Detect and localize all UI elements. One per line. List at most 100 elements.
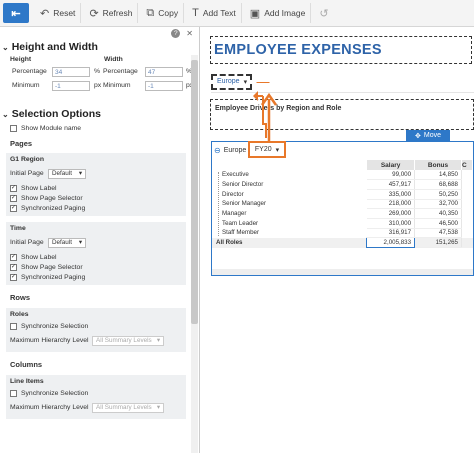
table-row[interactable]: Senior Manager 218,000 32,700	[212, 199, 473, 210]
table-row[interactable]: Director 335,000 50,250	[212, 189, 473, 200]
checkbox-checked[interactable]: ✓	[10, 273, 17, 281]
table-row[interactable]: Manager 269,000 40,350	[212, 208, 473, 219]
cell[interactable]	[461, 199, 472, 209]
scrollbar-thumb[interactable]	[191, 60, 198, 324]
close-icon[interactable]: ✕	[186, 29, 193, 38]
height-width-title: Height and Width	[11, 41, 98, 53]
refresh-button[interactable]: ⟳ Refresh	[84, 3, 139, 23]
table-row[interactable]: Team Leader 310,000 46,500	[212, 218, 473, 229]
bonus-cell[interactable]: 32,700	[414, 199, 462, 210]
time-show-label-option[interactable]: ✓ Show Label	[6, 252, 186, 262]
checkbox-checked[interactable]: ✓	[10, 204, 17, 212]
add-text-button[interactable]: T Add Text	[187, 3, 242, 23]
roles-max-level-select[interactable]: All Summary Levels ▾	[92, 335, 164, 346]
height-minimum-input[interactable]: -1	[52, 81, 90, 91]
checkbox-checked[interactable]: ✓	[10, 184, 17, 192]
checkbox-unchecked[interactable]	[10, 389, 17, 397]
page-title: EMPLOYEE EXPENSES	[214, 42, 382, 58]
salary-cell[interactable]: 335,000	[366, 189, 416, 200]
table-row[interactable]: Staff Member 316,917 47,538	[212, 228, 473, 239]
salary-cell[interactable]: 310,000	[366, 218, 416, 229]
collapse-panel-button[interactable]: ⇤	[3, 3, 29, 23]
line-items-sync-selection-option[interactable]: Synchronize Selection	[6, 388, 186, 398]
cell[interactable]	[461, 189, 472, 199]
width-percentage-input[interactable]: 47	[145, 67, 183, 77]
salary-cell[interactable]: 269,000	[366, 208, 416, 219]
title-module[interactable]: EMPLOYEE EXPENSES	[210, 36, 472, 64]
roles-sync-selection-option[interactable]: Synchronize Selection	[6, 321, 186, 331]
bonus-cell[interactable]: 14,850	[414, 170, 462, 181]
salary-cell[interactable]: 316,917	[366, 228, 416, 239]
reset-label: Reset	[53, 8, 76, 18]
cell[interactable]	[461, 170, 472, 180]
salary-cell[interactable]: 457,917	[366, 179, 416, 190]
cell[interactable]	[461, 238, 472, 248]
undo-button[interactable]: ↺	[314, 3, 337, 23]
region-selector[interactable]: Europe ▾	[217, 78, 247, 86]
time-initial-page-select[interactable]: Default ▾	[48, 237, 86, 248]
line-items-max-level-row: Maximum Hierarchy Level All Summary Leve…	[6, 401, 186, 414]
initial-page-label: Initial Page	[10, 170, 44, 177]
salary-total-cell[interactable]: 2,005,833	[366, 237, 416, 248]
toolbar: ⇤ ↶ Reset ⟳ Refresh ⧉ Copy T Add Text ▣ …	[0, 0, 474, 27]
max-level-label: Maximum Hierarchy Level	[10, 404, 89, 411]
bonus-total-cell[interactable]: 151,265	[414, 237, 462, 248]
bonus-cell[interactable]: 68,688	[414, 179, 462, 190]
column-header[interactable]: Salary	[366, 160, 416, 170]
checkbox-checked[interactable]: ✓	[10, 194, 17, 202]
row-label: All Roles	[216, 239, 243, 247]
add-image-label: Add Image	[264, 8, 306, 18]
g1-region-title: G1 Region	[10, 156, 44, 163]
height-width-fields: Height Width Percentage 34 % Percentage …	[0, 56, 199, 104]
time-page-selector[interactable]: FY20 ▾	[248, 141, 286, 158]
cell[interactable]	[461, 180, 472, 190]
reset-button[interactable]: ↶ Reset	[35, 3, 82, 23]
width-minimum-input[interactable]: -1	[145, 81, 183, 91]
panel-scrollbar[interactable]	[191, 55, 198, 453]
checkbox-unchecked[interactable]	[10, 322, 17, 330]
show-module-name-option[interactable]: Show Module name	[0, 122, 199, 134]
cell[interactable]	[461, 218, 472, 228]
move-button[interactable]: ✥ Move	[406, 130, 450, 141]
time-initial-page-row: Initial Page Default ▾	[6, 236, 186, 249]
table-row[interactable]: Senior Director 457,917 68,688	[212, 179, 473, 190]
g1-sync-paging-option[interactable]: ✓ Synchronized Paging	[6, 203, 186, 213]
caret-down-icon: ▾	[243, 79, 248, 86]
table-row[interactable]: Executive 99,000 14,850	[212, 170, 473, 181]
column-header[interactable]: C	[461, 160, 474, 170]
checkbox-unchecked[interactable]	[10, 124, 17, 132]
show-page-selector-text: Show Page Selector	[21, 263, 83, 271]
select-value: All Summary Levels	[96, 404, 152, 411]
time-sync-paging-option[interactable]: ✓ Synchronized Paging	[6, 272, 186, 282]
height-percentage-input[interactable]: 34	[52, 67, 90, 77]
time-show-page-selector-option[interactable]: ✓ Show Page Selector	[6, 262, 186, 272]
height-width-header[interactable]: ⌄ Height and Width	[0, 41, 199, 53]
column-header[interactable]: Bonus	[414, 160, 462, 170]
roles-title: Roles	[10, 311, 29, 318]
g1-initial-page-select[interactable]: Default ▾	[48, 168, 86, 179]
selection-options-header[interactable]: ⌄ Selection Options	[0, 108, 199, 120]
total-row[interactable]: All Roles 2,005,833 151,265	[212, 237, 473, 248]
add-image-button[interactable]: ▣ Add Image	[245, 3, 312, 23]
copy-button[interactable]: ⧉ Copy	[141, 3, 185, 23]
bonus-cell[interactable]: 46,500	[414, 218, 462, 229]
checkbox-checked[interactable]: ✓	[10, 263, 17, 271]
cell[interactable]	[461, 228, 472, 238]
salary-cell[interactable]: 218,000	[366, 199, 416, 210]
help-icon[interactable]: ?	[171, 28, 181, 38]
subtitle-module[interactable]: Employee Drivers by Region and Role	[210, 99, 474, 130]
data-grid-module[interactable]: ⊖ Europe FY20 ▾ Salary Bonus C Executive…	[211, 141, 474, 276]
g1-show-page-selector-option[interactable]: ✓ Show Page Selector	[6, 193, 186, 203]
tree-line	[218, 172, 219, 236]
collapse-circle-icon[interactable]: ⊖	[214, 146, 221, 155]
cell[interactable]	[461, 209, 472, 219]
checkbox-checked[interactable]: ✓	[10, 253, 17, 261]
g1-show-label-option[interactable]: ✓ Show Label	[6, 183, 186, 193]
salary-cell[interactable]: 99,000	[366, 170, 416, 181]
bonus-cell[interactable]: 40,350	[414, 208, 462, 219]
line-items-max-level-select[interactable]: All Summary Levels ▾	[92, 402, 164, 413]
bonus-cell[interactable]: 50,250	[414, 189, 462, 200]
bonus-cell[interactable]: 47,538	[414, 228, 462, 239]
caret-down-icon: ▾	[156, 337, 160, 344]
grid-horizontal-scrollbar[interactable]	[212, 269, 473, 275]
